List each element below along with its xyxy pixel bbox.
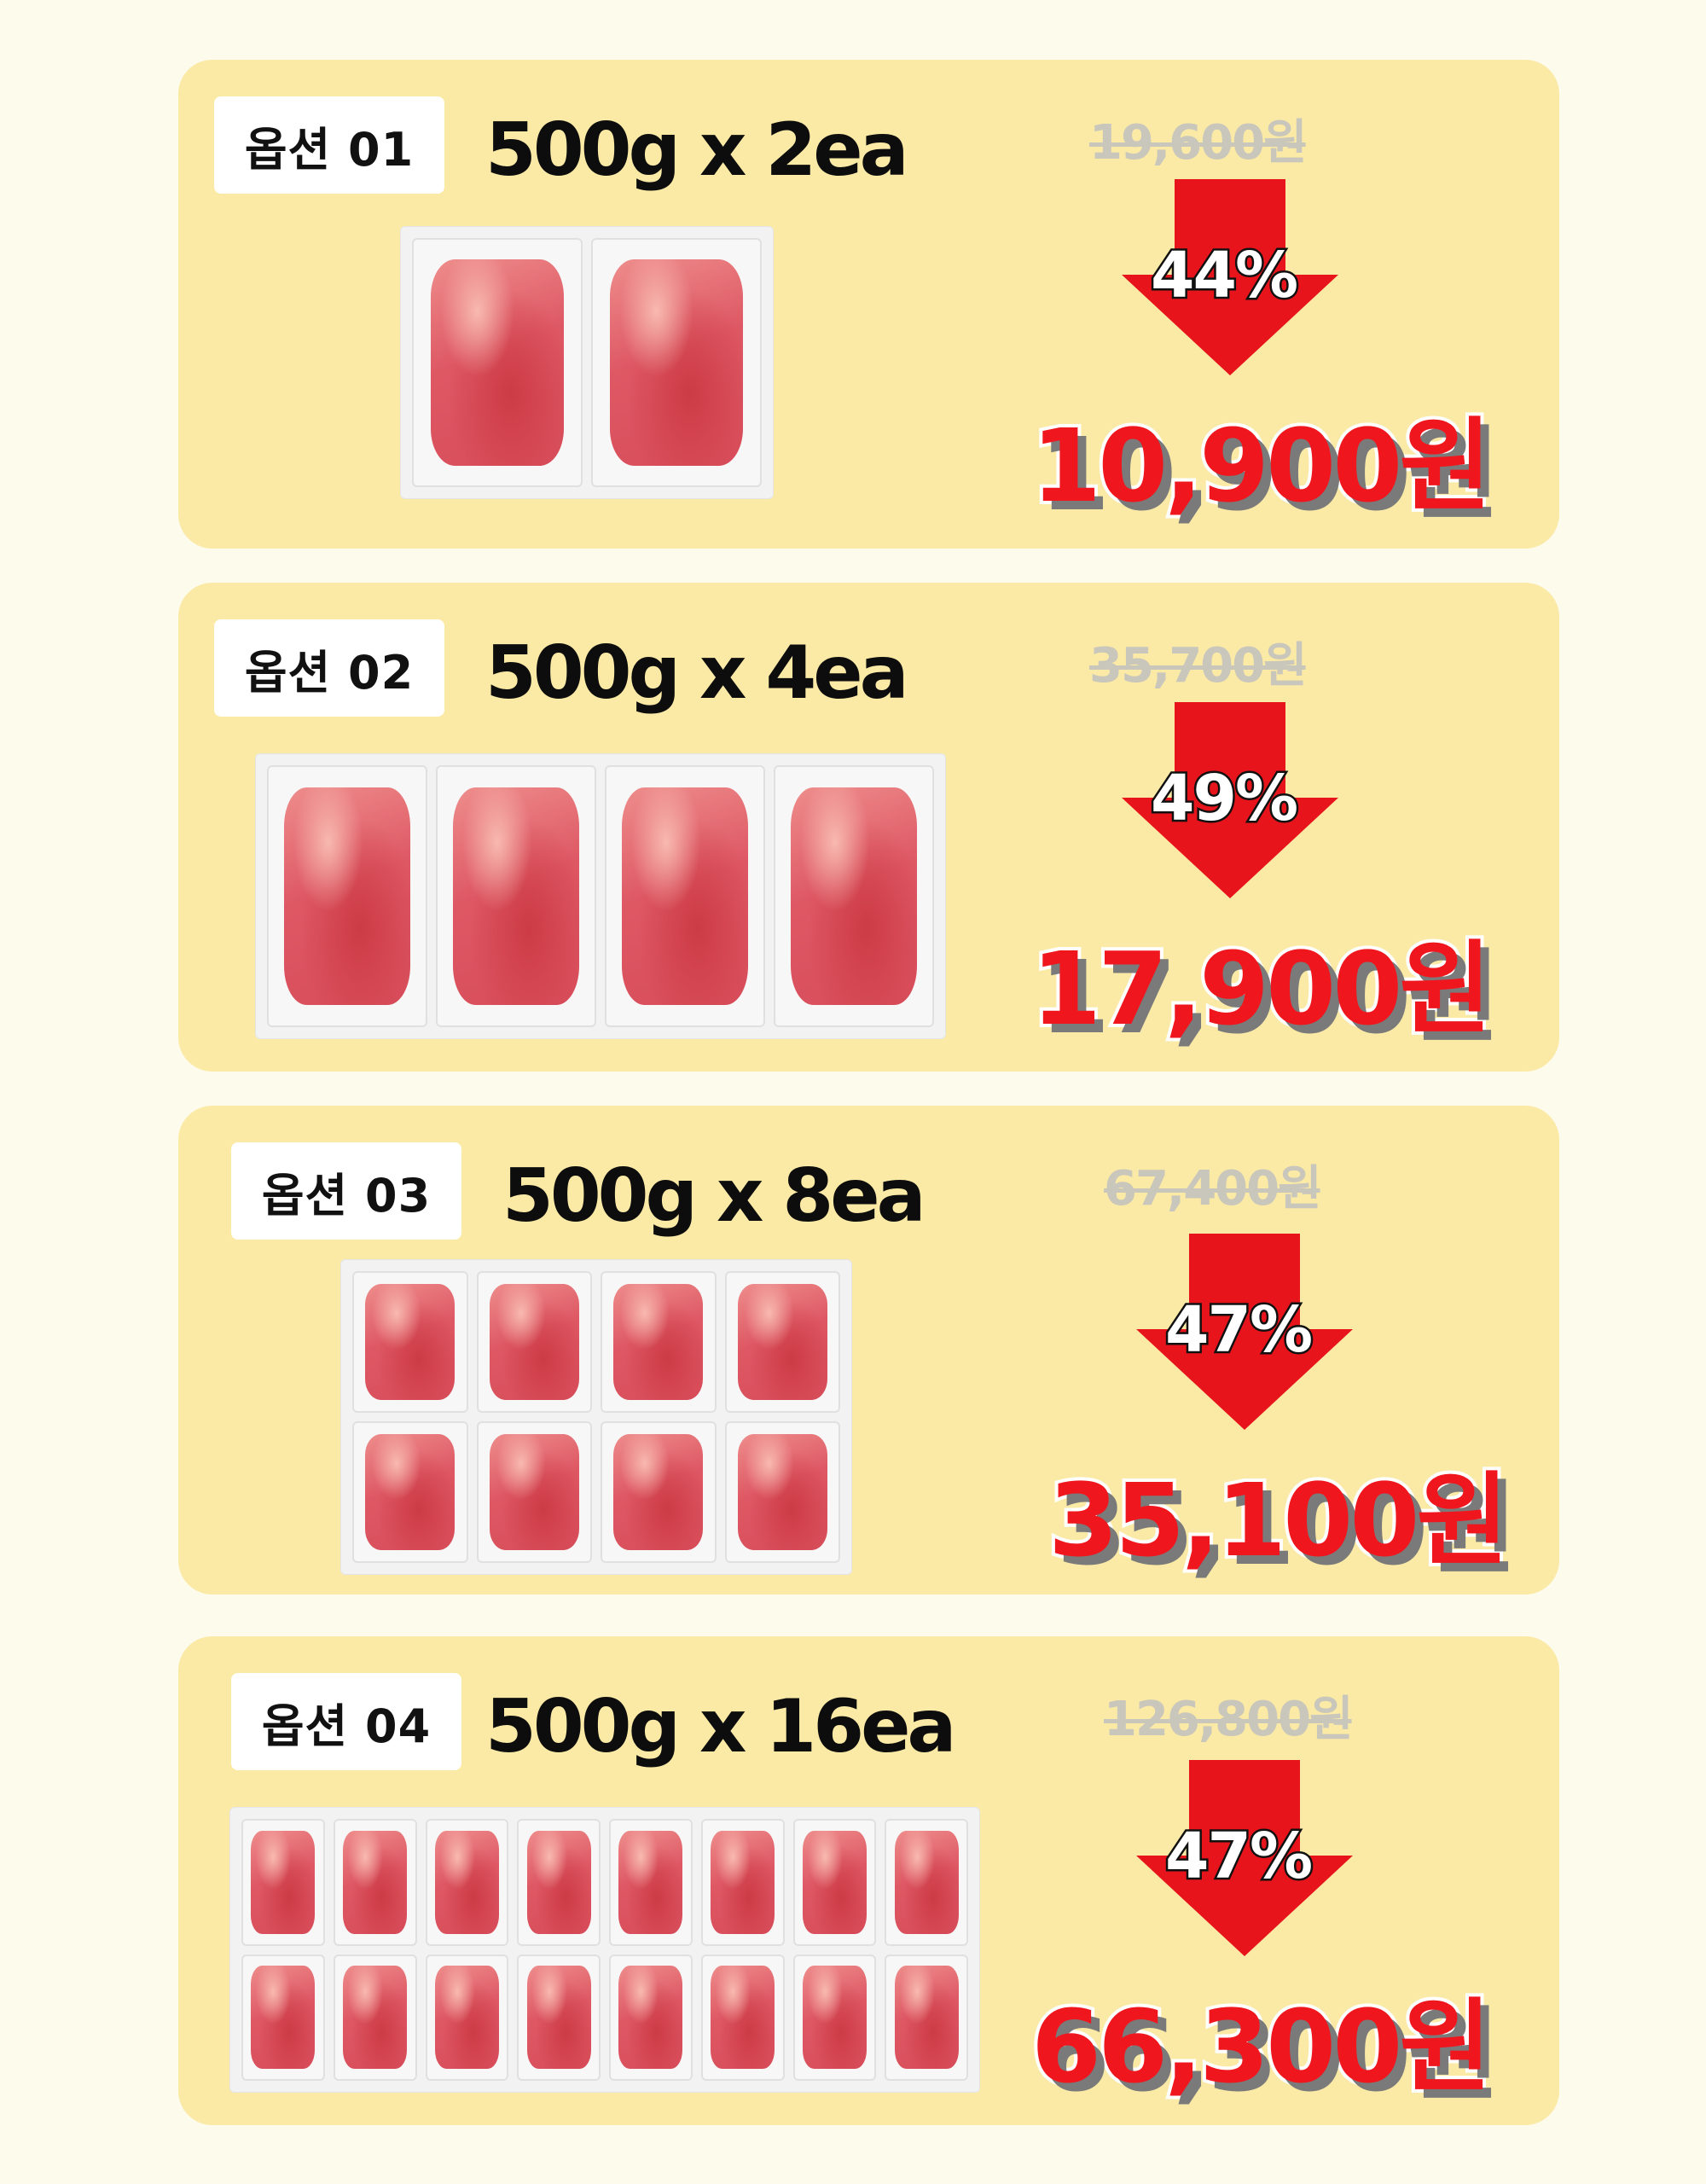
- option-label: 옵션 04: [231, 1673, 461, 1770]
- option-card-04[interactable]: 옵션 04 500g x 16ea 126,800원 47% 66,300원: [178, 1636, 1559, 2125]
- meat-pack: [792, 1819, 877, 1946]
- original-price: 67,400원: [1104, 1161, 1322, 1217]
- option-quantity: 500g x 16ea: [485, 1684, 956, 1769]
- option-label: 옵션 02: [214, 619, 444, 717]
- meat-pack: [700, 1954, 785, 2081]
- meat-pack: [352, 1421, 468, 1563]
- meat-pack: [517, 1819, 601, 1946]
- meat-pack: [241, 1954, 325, 2081]
- meat-pack: [885, 1954, 968, 2081]
- original-price: 35,700원: [1089, 638, 1308, 694]
- option-quantity: 500g x 8ea: [502, 1153, 926, 1239]
- meat-pack: [724, 1421, 840, 1563]
- meat-pack: [591, 238, 762, 487]
- meat-pack: [609, 1819, 693, 1946]
- meat-pack: [601, 1271, 717, 1413]
- discount-percent: 44%: [1148, 237, 1300, 315]
- meat-pack: [352, 1271, 468, 1413]
- sale-price: 35,100원: [1045, 1458, 1512, 1583]
- original-price: 19,600원: [1089, 115, 1308, 171]
- meat-pack: [333, 1819, 417, 1946]
- meat-pack: [412, 238, 583, 487]
- product-photo: [255, 753, 946, 1039]
- option-card-01[interactable]: 옵션 01 500g x 2ea 19,600원 44% 10,900원: [178, 60, 1559, 549]
- option-quantity: 500g x 4ea: [485, 630, 909, 716]
- sale-price: 10,900원: [1028, 404, 1495, 528]
- meat-pack: [885, 1819, 968, 1946]
- discount-percent: 49%: [1148, 760, 1300, 838]
- meat-pack: [605, 765, 765, 1027]
- discount-percent: 47%: [1163, 1818, 1314, 1896]
- meat-pack: [436, 765, 596, 1027]
- product-photo: [340, 1259, 852, 1575]
- option-quantity: 500g x 2ea: [485, 107, 909, 193]
- meat-pack: [724, 1271, 840, 1413]
- sale-price: 66,300원: [1028, 1984, 1495, 2109]
- option-label: 옵션 03: [231, 1142, 461, 1240]
- meat-pack: [476, 1271, 592, 1413]
- product-photo: [400, 226, 774, 499]
- meat-pack: [425, 1954, 509, 2081]
- sale-price: 17,900원: [1028, 926, 1495, 1051]
- meat-pack: [333, 1954, 417, 2081]
- meat-pack: [267, 765, 427, 1027]
- option-card-02[interactable]: 옵션 02 500g x 4ea 35,700원 49% 17,900원: [178, 583, 1559, 1072]
- product-photo: [229, 1807, 980, 2093]
- meat-pack: [700, 1819, 785, 1946]
- discount-percent: 47%: [1163, 1292, 1314, 1369]
- meat-pack: [517, 1954, 601, 2081]
- meat-pack: [792, 1954, 877, 2081]
- meat-pack: [476, 1421, 592, 1563]
- meat-pack: [609, 1954, 693, 2081]
- meat-pack: [601, 1421, 717, 1563]
- option-label: 옵션 01: [214, 96, 444, 194]
- meat-pack: [241, 1819, 325, 1946]
- original-price: 126,800원: [1104, 1692, 1354, 1747]
- meat-pack: [425, 1819, 509, 1946]
- meat-pack: [774, 765, 934, 1027]
- option-card-03[interactable]: 옵션 03 500g x 8ea 67,400원 47% 35,100원: [178, 1106, 1559, 1594]
